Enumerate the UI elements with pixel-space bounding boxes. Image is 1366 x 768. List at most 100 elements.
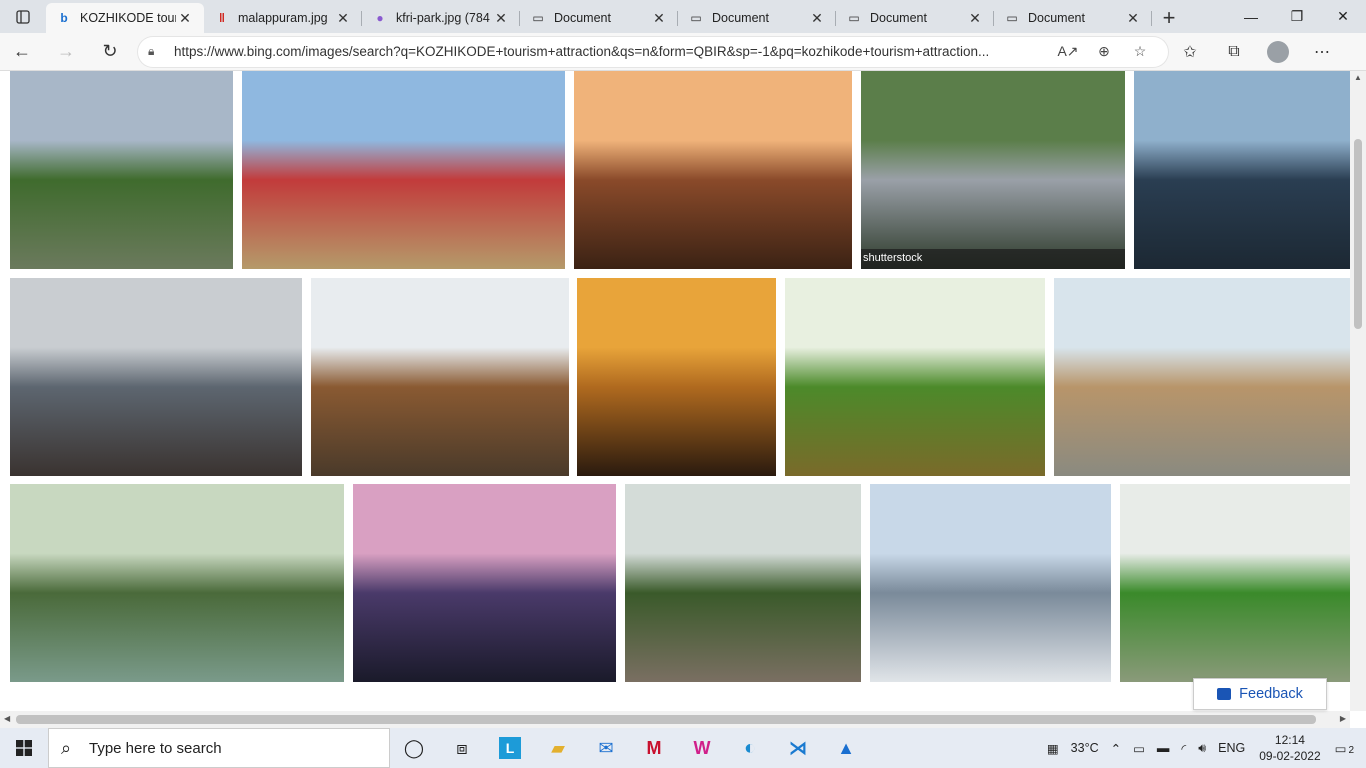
mcafee-button[interactable]: M — [630, 728, 678, 768]
scroll-left-icon[interactable]: ◀ — [4, 714, 10, 723]
zoom-icon[interactable]: ⊕ — [1086, 43, 1122, 60]
taskbar-search-placeholder: Type here to search — [89, 739, 222, 757]
temperature[interactable]: 33°C — [1065, 741, 1105, 755]
tab-title: malappuram.jpg — [238, 11, 328, 25]
image-pier-sunset[interactable] — [574, 71, 852, 269]
plus-icon: + — [1162, 5, 1176, 30]
image-lake-boathouse[interactable] — [10, 484, 344, 682]
tab-2[interactable]: ● kfri-park.jpg (784 ✕ — [362, 3, 520, 33]
profile-button[interactable] — [1256, 33, 1300, 71]
image-backwater-palms[interactable] — [10, 71, 233, 269]
tab-close-icon[interactable]: ✕ — [650, 10, 668, 27]
tray-overflow-icon[interactable]: ⌃ — [1105, 741, 1127, 756]
new-tab-button[interactable]: + — [1152, 3, 1186, 33]
notification-icon[interactable]: ▭ 2 — [1329, 741, 1366, 756]
tab-4[interactable]: ▭ Document ✕ — [678, 3, 836, 33]
feedback-button[interactable]: Feedback — [1193, 678, 1327, 710]
tab-3[interactable]: ▭ Document ✕ — [520, 3, 678, 33]
refresh-button[interactable]: ↻ — [88, 33, 132, 71]
tab-1[interactable]: ‖ malappuram.jpg ✕ — [204, 3, 362, 33]
tab-5[interactable]: ▭ Document ✕ — [836, 3, 994, 33]
scroll-up-icon[interactable]: ▲ — [1354, 73, 1362, 82]
image-watermark: shutterstock — [861, 249, 1125, 269]
weather-icon[interactable]: ▦ — [1041, 741, 1065, 756]
app-l-icon: L — [499, 737, 521, 759]
system-tray: ▦ 33°C ⌃ ▭ ▬ ◜ 🔊︎ ENG 12:14 09-02-2022 ▭… — [1041, 728, 1366, 768]
image-waterfall-rocks[interactable] — [625, 484, 861, 682]
app-l-button[interactable]: L — [486, 728, 534, 768]
feedback-label: Feedback — [1239, 686, 1303, 702]
tab-close-icon[interactable]: ✕ — [492, 10, 510, 27]
wifi-icon[interactable]: ◜ — [1175, 741, 1192, 756]
image-city-beach[interactable] — [870, 484, 1111, 682]
horizontal-scrollbar[interactable]: ◀ ▶ — [0, 711, 1350, 728]
tab-close-icon[interactable]: ✕ — [808, 10, 826, 27]
close-window-button[interactable]: ✕ — [1320, 0, 1366, 33]
image-mangrove-island[interactable] — [1120, 484, 1350, 682]
collections-icon: ⧉ — [1228, 42, 1240, 60]
tab-close-icon[interactable]: ✕ — [966, 10, 984, 27]
edge-icon: ◐ — [743, 736, 757, 759]
language-indicator[interactable]: ENG — [1212, 741, 1251, 755]
battery-icon[interactable]: ▬ — [1151, 741, 1176, 755]
tab-close-icon[interactable]: ✕ — [334, 10, 352, 27]
image-wooden-ship[interactable] — [311, 278, 569, 476]
settings-menu-button[interactable]: ⋯ — [1300, 33, 1344, 71]
tab-0[interactable]: b KOZHIKODE tour ✕ — [46, 3, 204, 33]
photos-button[interactable]: ▲ — [822, 728, 870, 768]
meet-now-icon[interactable]: ▭ — [1127, 741, 1151, 756]
image-dam-shutterstock[interactable]: shutterstock — [861, 71, 1125, 269]
tab-6[interactable]: ▭ Document ✕ — [994, 3, 1152, 33]
app-w-button[interactable]: W — [678, 728, 726, 768]
horizontal-scroll-thumb[interactable] — [16, 715, 1316, 724]
tab-actions-button[interactable] — [0, 0, 46, 33]
document-icon: ▭ — [1006, 11, 1018, 25]
restore-button[interactable]: ❐ — [1274, 0, 1320, 33]
start-button[interactable] — [0, 728, 48, 768]
lock-icon: 🔒︎ — [148, 44, 155, 58]
collections-button[interactable]: ⧉ — [1212, 33, 1256, 71]
vscode-button[interactable]: ⋊ — [774, 728, 822, 768]
vertical-scroll-thumb[interactable] — [1354, 139, 1362, 329]
volume-icon[interactable]: 🔊︎ — [1192, 741, 1212, 756]
url-field[interactable]: 🔒︎ https://www.bing.com/images/search?q=… — [138, 36, 1168, 67]
file-explorer-button[interactable]: ▰ — [534, 728, 582, 768]
image-sea-sunset-rocks[interactable] — [577, 278, 776, 476]
tab-close-icon[interactable]: ✕ — [176, 10, 194, 27]
mail-button[interactable]: ✉ — [582, 728, 630, 768]
notification-count: 2 — [1348, 744, 1354, 756]
search-icon: ⌕ — [61, 737, 72, 758]
favorites-icon: ✩ — [1183, 43, 1197, 61]
task-view-button[interactable]: ⧈ — [438, 728, 486, 768]
tab-title: Document — [554, 11, 611, 25]
tab-close-icon[interactable]: ✕ — [1124, 10, 1142, 27]
document-icon: ▭ — [690, 11, 702, 25]
mail-icon: ✉ — [598, 737, 614, 758]
vertical-scrollbar[interactable]: ▲ — [1350, 71, 1366, 711]
tab-title: Document — [1028, 11, 1085, 25]
image-icon: ● — [376, 11, 384, 25]
image-palm-backwaters[interactable] — [785, 278, 1045, 476]
minimize-icon: — — [1244, 8, 1258, 25]
forward-button[interactable]: → — [44, 33, 88, 71]
read-aloud-icon[interactable]: A↗ — [1050, 43, 1086, 60]
document-icon: ▭ — [848, 11, 860, 25]
image-dusk-promenade[interactable] — [353, 484, 616, 682]
favorites-button[interactable]: ✩ — [1168, 33, 1212, 71]
image-fort-square[interactable] — [1054, 278, 1350, 476]
image-pier-silhouette[interactable] — [1134, 71, 1350, 269]
taskbar-search[interactable]: ⌕ Type here to search — [48, 728, 390, 768]
minimize-button[interactable]: — — [1228, 0, 1274, 33]
clock[interactable]: 12:14 09-02-2022 — [1251, 732, 1328, 764]
feedback-icon — [1217, 688, 1232, 700]
app-w-icon: W — [693, 737, 711, 758]
tab-title: kfri-park.jpg (784 — [396, 11, 490, 25]
image-lighthouse-beach[interactable] — [242, 71, 565, 269]
add-favorite-icon[interactable]: ☆ — [1122, 43, 1158, 60]
image-pier-ruins-cloudy[interactable] — [10, 278, 302, 476]
back-button[interactable]: ← — [0, 33, 44, 71]
scroll-right-icon[interactable]: ▶ — [1340, 714, 1346, 723]
cortana-button[interactable]: ◯ — [390, 728, 438, 768]
edge-button[interactable]: ◐ — [726, 728, 774, 768]
vscode-icon: ⋊ — [789, 737, 807, 758]
